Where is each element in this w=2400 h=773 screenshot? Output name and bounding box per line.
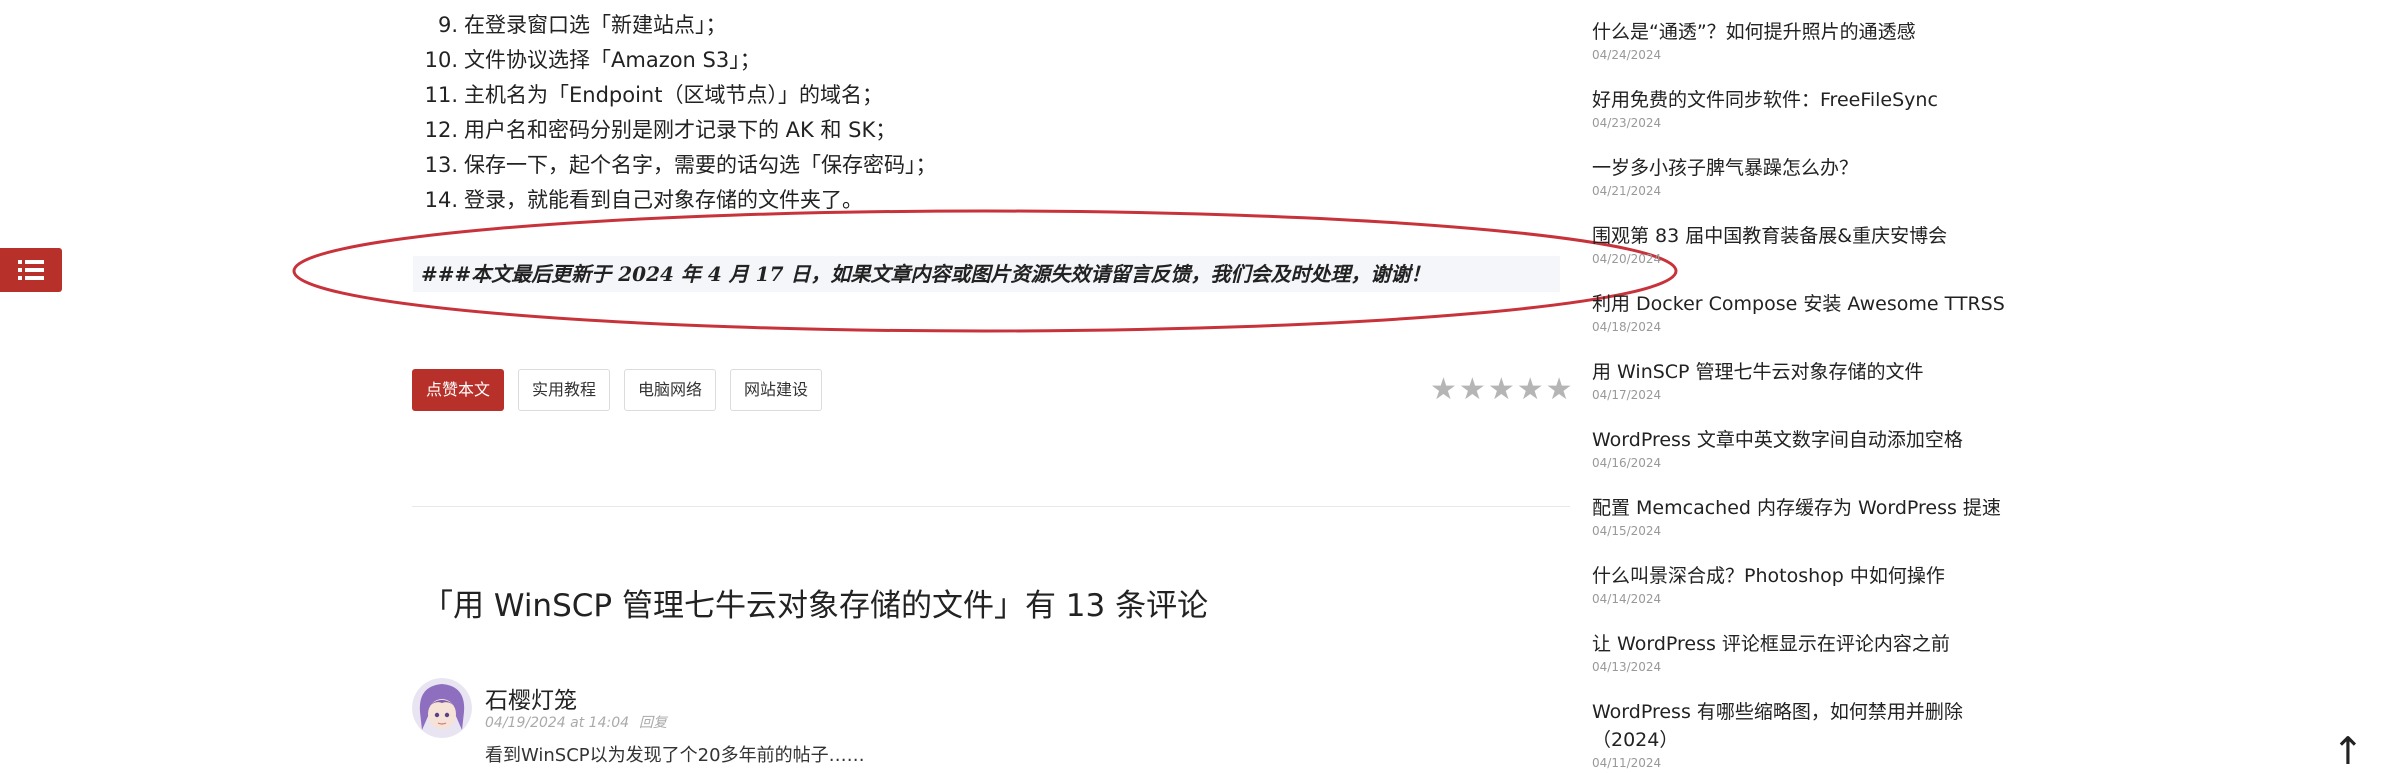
star-icon[interactable]: ★ — [1488, 374, 1515, 406]
step-text: 用户名和密码分别是刚才记录下的 AK 和 SK； — [464, 118, 897, 142]
post-date: 04/16/2024 — [1592, 456, 1662, 470]
comment-author[interactable]: 石樱灯笼 — [485, 681, 577, 715]
list-item: 配置 Memcached 内存缓存为 WordPress 提速 04/15/20… — [1592, 494, 2012, 539]
step-item: 12. 用户名和密码分别是刚才记录下的 AK 和 SK； — [422, 113, 937, 148]
post-link[interactable]: 什么是“通透”？如何提升照片的通透感 — [1592, 18, 2012, 46]
list-item: 让 WordPress 评论框显示在评论内容之前 04/13/2024 — [1592, 630, 2012, 675]
star-icon[interactable]: ★ — [1459, 374, 1486, 406]
reply-link[interactable]: 回复 — [639, 715, 667, 731]
back-to-top-button[interactable]: ↑ — [2332, 732, 2364, 771]
post-date: 04/14/2024 — [1592, 592, 1662, 606]
list-item: WordPress 文章中英文数字间自动添加空格 04/16/2024 — [1592, 426, 2012, 471]
post-date: 04/24/2024 — [1592, 48, 1662, 62]
step-item: 13. 保存一下，起个名字，需要的话勾选「保存密码」； — [422, 148, 937, 183]
step-list: 9. 在登录窗口选「新建站点」； 10. 文件协议选择「Amazon S3」； 11… — [422, 8, 937, 218]
step-text: 文件协议选择「Amazon S3」； — [464, 48, 761, 72]
post-date: 04/13/2024 — [1592, 660, 1662, 674]
comment-date: 04/19/2024 at 14:04 — [485, 715, 630, 731]
step-text: 保存一下，起个名字，需要的话勾选「保存密码」； — [464, 153, 937, 177]
post-date: 04/20/2024 — [1592, 252, 1662, 266]
post-link[interactable]: 用 WinSCP 管理七牛云对象存储的文件 — [1592, 358, 2012, 386]
post-link[interactable]: 一岁多小孩子脾气暴躁怎么办？ — [1592, 154, 2012, 182]
post-date: 04/11/2024 — [1592, 756, 1662, 770]
list-icon — [18, 260, 44, 280]
post-date: 04/15/2024 — [1592, 524, 1662, 538]
step-text: 在登录窗口选「新建站点」； — [464, 13, 727, 37]
comment-text: 看到WinSCP以为发现了个20多年前的帖子…… — [485, 745, 865, 766]
step-number: 12. — [424, 118, 458, 142]
star-icon[interactable]: ★ — [1517, 374, 1544, 406]
step-number: 9. — [437, 13, 458, 37]
post-link[interactable]: 好用免费的文件同步软件：FreeFileSync — [1592, 86, 2012, 114]
post-link[interactable]: WordPress 文章中英文数字间自动添加空格 — [1592, 426, 2012, 454]
post-link[interactable]: WordPress 有哪些缩略图，如何禁用并删除（2024） — [1592, 698, 2012, 754]
list-item: 利用 Docker Compose 安装 Awesome TTRSS 04/18… — [1592, 290, 2012, 335]
comment-meta: 04/19/2024 at 14:04 回复 — [485, 712, 667, 732]
list-item: 围观第 83 届中国教育装备展&重庆安博会 04/20/2024 — [1592, 222, 2012, 267]
post-date: 04/18/2024 — [1592, 320, 1662, 334]
post-actions: 点赞本文 实用教程 电脑网络 网站建设 — [412, 369, 823, 411]
step-number: 13. — [424, 153, 458, 177]
star-rating: ★ ★ ★ ★ ★ — [1430, 374, 1573, 406]
like-button[interactable]: 点赞本文 — [412, 369, 505, 411]
list-item: WordPress 有哪些缩略图，如何禁用并删除（2024） 04/11/202… — [1592, 698, 2012, 771]
list-item: 好用免费的文件同步软件：FreeFileSync 04/23/2024 — [1592, 86, 2012, 131]
list-item: 一岁多小孩子脾气暴躁怎么办？ 04/21/2024 — [1592, 154, 2012, 199]
avatar[interactable] — [412, 678, 472, 738]
step-item: 9. 在登录窗口选「新建站点」； — [422, 8, 937, 43]
star-icon[interactable]: ★ — [1430, 374, 1457, 406]
post-link[interactable]: 利用 Docker Compose 安装 Awesome TTRSS — [1592, 290, 2012, 318]
last-updated-note: ###本文最后更新于 2024 年 4 月 17 日，如果文章内容或图片资源失效… — [413, 256, 1560, 292]
list-item: 什么叫景深合成？Photoshop 中如何操作 04/14/2024 — [1592, 562, 2012, 607]
step-number: 14. — [424, 188, 458, 212]
tag-button[interactable]: 网站建设 — [730, 369, 823, 411]
post-link[interactable]: 什么叫景深合成？Photoshop 中如何操作 — [1592, 562, 2012, 590]
section-divider — [412, 506, 1570, 507]
comments-title: 「用 WinSCP 管理七牛云对象存储的文件」有 13 条评论 — [422, 588, 1209, 624]
step-item: 11. 主机名为「Endpoint（区域节点）」的域名； — [422, 78, 937, 113]
star-icon[interactable]: ★ — [1546, 374, 1573, 406]
step-number: 11. — [424, 83, 458, 107]
post-link[interactable]: 配置 Memcached 内存缓存为 WordPress 提速 — [1592, 494, 2012, 522]
tag-button[interactable]: 实用教程 — [518, 369, 611, 411]
step-text: 登录，就能看到自己对象存储的文件夹了。 — [464, 188, 863, 212]
step-number: 10. — [424, 48, 458, 72]
list-item: 什么是“通透”？如何提升照片的通透感 04/24/2024 — [1592, 18, 2012, 63]
post-link[interactable]: 让 WordPress 评论框显示在评论内容之前 — [1592, 630, 2012, 658]
list-item: 用 WinSCP 管理七牛云对象存储的文件 04/17/2024 — [1592, 358, 2012, 403]
step-item: 10. 文件协议选择「Amazon S3」； — [422, 43, 937, 78]
tag-button[interactable]: 电脑网络 — [624, 369, 717, 411]
post-link[interactable]: 围观第 83 届中国教育装备展&重庆安博会 — [1592, 222, 2012, 250]
step-item: 14. 登录，就能看到自己对象存储的文件夹了。 — [422, 183, 937, 218]
post-date: 04/23/2024 — [1592, 116, 1662, 130]
post-date: 04/21/2024 — [1592, 184, 1662, 198]
step-text: 主机名为「Endpoint（区域节点）」的域名； — [464, 83, 883, 107]
toc-toggle-button[interactable] — [0, 248, 62, 292]
post-date: 04/17/2024 — [1592, 388, 1662, 402]
